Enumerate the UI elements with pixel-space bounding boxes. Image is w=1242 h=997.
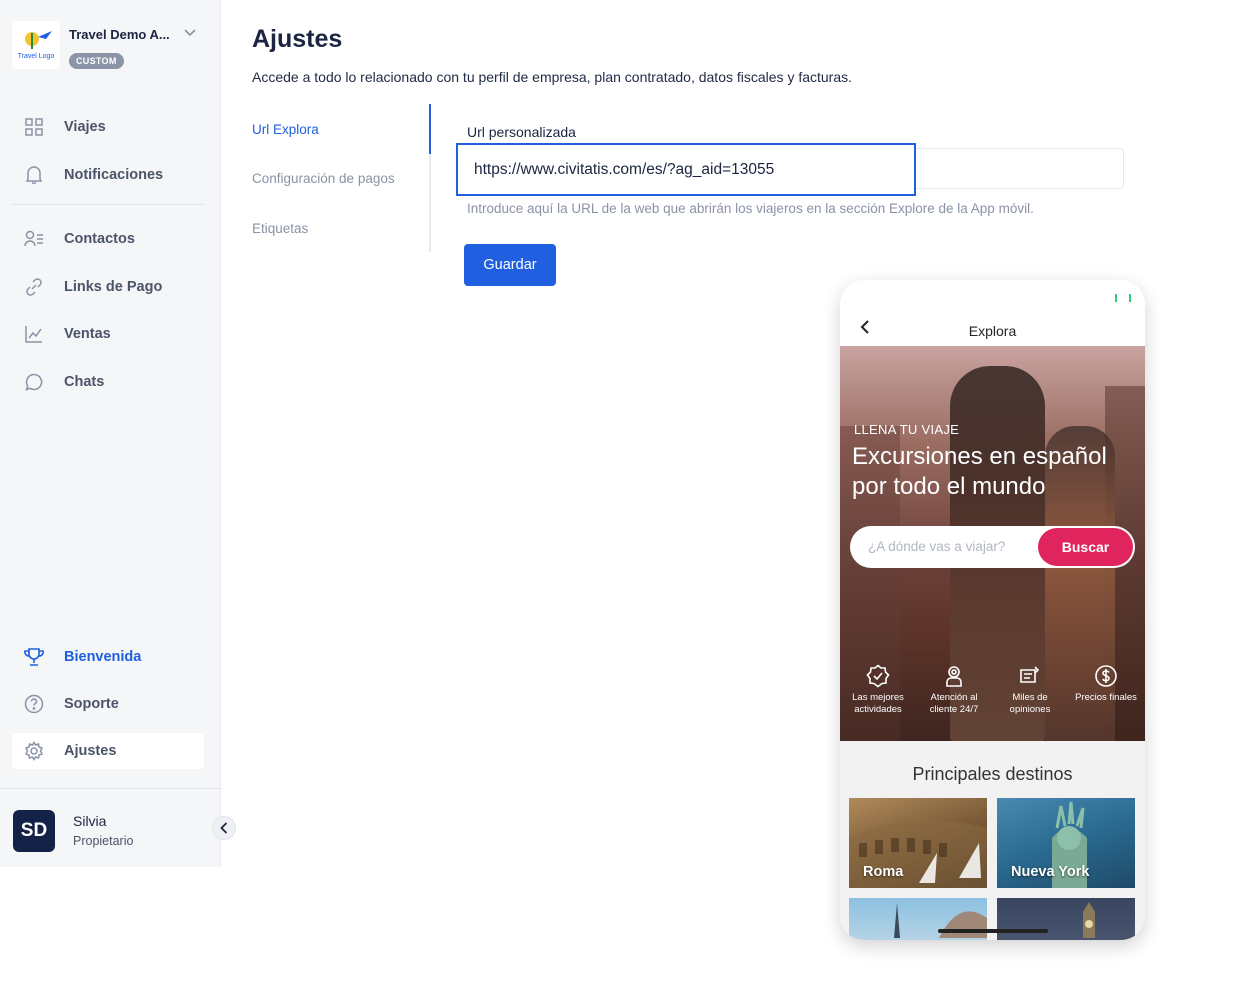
brand-name: Travel Demo A...	[69, 27, 170, 42]
phone-preview: Explora LLENA TU VIAJE Excursiones en es…	[840, 280, 1145, 940]
feature-item: Las mejores actividades	[843, 664, 913, 716]
sidebar: Travel Logo Travel Demo A... CUSTOM Viaj…	[0, 0, 221, 867]
sidebar-item-label: Chats	[64, 374, 105, 390]
save-button[interactable]: Guardar	[464, 244, 556, 286]
destination-tile-roma[interactable]: Roma	[849, 798, 987, 888]
brand-logo-text: Travel Logo	[18, 53, 55, 60]
sidebar-item-label: Bienvenida	[64, 649, 142, 665]
brand-switcher[interactable]: Travel Logo Travel Demo A... CUSTOM	[12, 21, 212, 73]
tab-configuracion-de-pagos[interactable]: Configuración de pagos	[252, 171, 395, 186]
sidebar-item-notificaciones[interactable]: Notificaciones	[12, 157, 204, 193]
sidebar-item-label: Viajes	[64, 119, 106, 135]
help-circle-icon	[23, 693, 45, 715]
chevron-left-icon	[220, 822, 228, 834]
sidebar-item-bienvenida[interactable]: Bienvenida	[12, 639, 204, 675]
home-indicator	[938, 929, 1048, 933]
destination-tile-paris[interactable]	[849, 898, 987, 940]
search-placeholder: ¿A dónde vas a viajar?	[868, 539, 1006, 554]
subnav-active-indicator	[429, 104, 431, 154]
feature-item: Miles de opiniones	[995, 664, 1065, 716]
feature-item: Precios finales	[1071, 664, 1141, 704]
chat-bubble-icon	[23, 371, 45, 393]
brand-logo: Travel Logo	[12, 21, 60, 69]
sidebar-item-label: Contactos	[64, 231, 135, 247]
hero-title: Excursiones en español por todo el mundo	[852, 443, 1107, 500]
tab-url-explora[interactable]: Url Explora	[252, 122, 319, 137]
feature-label: Miles de opiniones	[1009, 692, 1051, 715]
sidebar-item-label: Notificaciones	[64, 167, 164, 183]
destination-search[interactable]: ¿A dónde vas a viajar? Buscar	[850, 526, 1135, 568]
destination-label: Nueva York	[1011, 864, 1090, 880]
sidebar-item-ajustes[interactable]: Ajustes	[12, 733, 204, 769]
user-profile[interactable]: SD Silvia Propietario	[0, 788, 221, 867]
sidebar-item-chats[interactable]: Chats	[12, 364, 204, 400]
sidebar-item-label: Links de Pago	[64, 279, 163, 295]
sidebar-divider	[12, 204, 204, 205]
feature-label: Las mejores actividades	[852, 692, 904, 715]
feature-item: Atención al cliente 24/7	[919, 664, 989, 716]
sidebar-item-label: Ajustes	[64, 743, 117, 759]
big-ben-image	[1083, 902, 1095, 938]
battery-icon	[1115, 294, 1131, 302]
sidebar-item-label: Ventas	[64, 326, 111, 342]
link-icon	[23, 276, 45, 298]
destination-tile-nueva-york[interactable]: Nueva York	[997, 798, 1135, 888]
reviews-icon	[1020, 666, 1040, 683]
page-title: Ajustes	[252, 25, 343, 53]
destinations-title: Principales destinos	[912, 764, 1073, 784]
avatar: SD	[13, 810, 55, 852]
contacts-icon	[23, 228, 45, 250]
sidebar-item-contactos[interactable]: Contactos	[12, 221, 204, 257]
feature-label: Precios finales	[1075, 692, 1137, 703]
url-field-help: Introduce aquí la URL de la web que abri…	[467, 201, 1034, 216]
hero-banner: LLENA TU VIAJE Excursiones en español po…	[840, 346, 1145, 741]
chart-icon	[23, 323, 45, 345]
tab-etiquetas[interactable]: Etiquetas	[252, 221, 308, 236]
sidebar-item-label: Soporte	[64, 696, 119, 712]
eiffel-tower-image	[894, 903, 987, 938]
gear-icon	[23, 740, 45, 762]
destination-tile-londres[interactable]	[997, 898, 1135, 940]
feature-label: Atención al cliente 24/7	[929, 692, 979, 715]
sidebar-item-ventas[interactable]: Ventas	[12, 316, 204, 352]
grid-icon	[23, 116, 45, 138]
url-field-label: Url personalizada	[467, 124, 576, 140]
collapse-sidebar-button[interactable]	[212, 816, 236, 840]
sidebar-item-soporte[interactable]: Soporte	[12, 686, 204, 722]
plan-badge: CUSTOM	[69, 53, 124, 69]
user-name: Silvia	[73, 813, 107, 829]
hero-kicker: LLENA TU VIAJE	[854, 422, 960, 437]
chevron-down-icon[interactable]	[184, 25, 196, 40]
search-button[interactable]: Buscar	[1038, 528, 1133, 566]
trophy-icon	[23, 646, 45, 668]
user-role: Propietario	[73, 834, 134, 848]
badge-check-icon	[866, 664, 890, 688]
support-agent-icon	[946, 666, 962, 687]
dollar-icon	[1095, 665, 1117, 687]
sidebar-item-links-de-pago[interactable]: Links de Pago	[12, 269, 204, 305]
destination-label: Roma	[863, 864, 904, 880]
settings-subnav: Url Explora Configuración de pagos Etiqu…	[252, 104, 432, 252]
url-input[interactable]: https://www.civitatis.com/es/?ag_aid=130…	[456, 143, 916, 196]
phone-screen-title: Explora	[968, 323, 1017, 339]
page-subtitle: Accede a todo lo relacionado con tu perf…	[252, 69, 853, 85]
bell-icon	[23, 164, 45, 186]
sidebar-item-viajes[interactable]: Viajes	[12, 109, 204, 145]
